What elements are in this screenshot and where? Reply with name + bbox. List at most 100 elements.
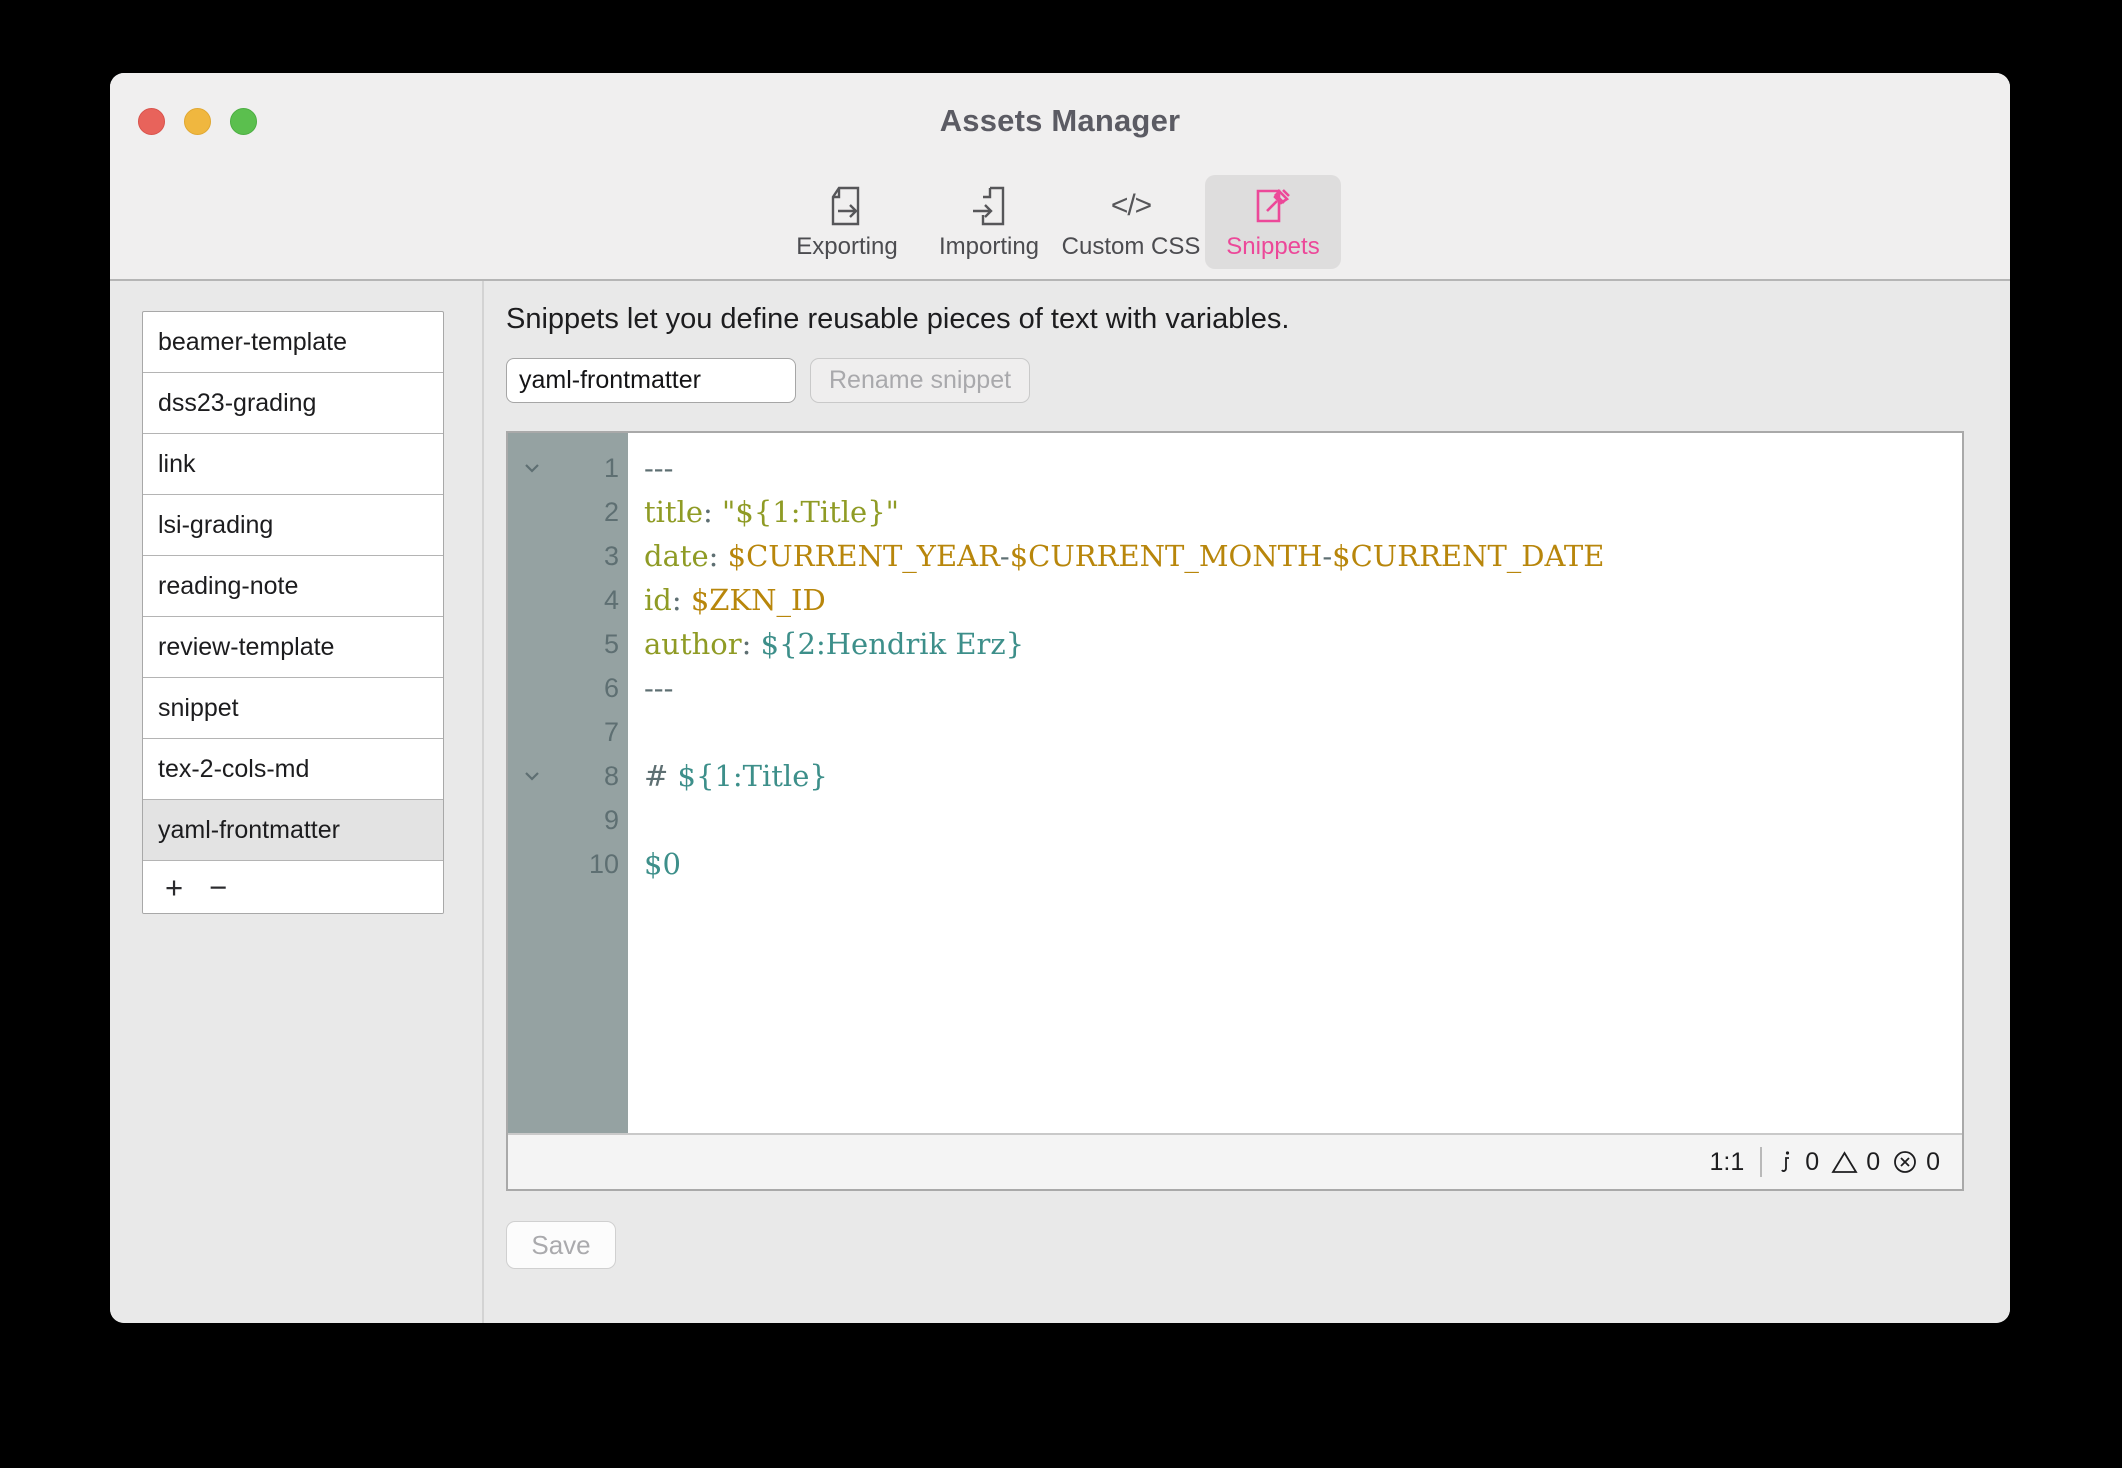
code-editor[interactable]: 12345678910 ---title: "${1:Title}"date: … [506, 431, 1964, 1191]
gutter-line: 7 [508, 710, 628, 754]
gutter-line: 10 [508, 842, 628, 886]
error-count: 0 [1926, 1148, 1940, 1177]
code-line[interactable]: --- [644, 666, 1962, 710]
snippet-list-item[interactable]: yaml-frontmatter [143, 800, 443, 861]
code-token: # [644, 759, 678, 793]
code-token: : [742, 627, 752, 661]
add-snippet-button[interactable]: + [157, 872, 191, 903]
code-editor-area: 12345678910 ---title: "${1:Title}"date: … [508, 433, 1962, 1133]
line-number: 6 [604, 666, 619, 710]
snippet-pin-document-icon [1253, 185, 1293, 227]
code-token: --- [644, 671, 673, 705]
status-divider [1760, 1147, 1762, 1177]
code-token: $ZKN_ID [691, 583, 826, 617]
tab-snippets[interactable]: Snippets [1205, 175, 1341, 269]
snippet-editor-panel: Snippets let you define reusable pieces … [484, 281, 2010, 1323]
code-token: : [672, 583, 682, 617]
line-number: 5 [604, 622, 619, 666]
tab-exporting-label: Exporting [796, 233, 897, 261]
export-document-icon [828, 185, 866, 227]
code-token: author [644, 627, 742, 661]
snippet-list-item[interactable]: link [143, 434, 443, 495]
snippet-list-footer: +− [143, 861, 443, 913]
code-token [713, 495, 722, 529]
cursor-position: 1:1 [1710, 1148, 1745, 1177]
assets-manager-window: Assets Manager Exporting [110, 73, 2010, 1323]
content-area: beamer-templatedss23-gradinglinklsi-grad… [110, 281, 2010, 1323]
title-bar: Assets Manager [110, 73, 2010, 173]
code-brackets-icon: </> [1111, 185, 1151, 227]
gutter-line: 5 [508, 622, 628, 666]
code-line[interactable]: title: "${1:Title}" [644, 490, 1962, 534]
warning-status: 0 [1831, 1148, 1880, 1177]
gutter-line: 9 [508, 798, 628, 842]
rename-snippet-button[interactable]: Rename snippet [810, 358, 1030, 403]
warning-count: 0 [1866, 1148, 1880, 1177]
code-line[interactable]: $0 [644, 842, 1962, 886]
tab-custom-css[interactable]: </> Custom CSS [1063, 175, 1199, 269]
code-token: --- [644, 451, 673, 485]
code-token: - [1322, 539, 1332, 573]
snippet-list-item[interactable]: review-template [143, 617, 443, 678]
line-number-gutter[interactable]: 12345678910 [508, 433, 628, 1133]
warning-triangle-icon [1831, 1150, 1858, 1175]
code-content[interactable]: ---title: "${1:Title}"date: $CURRENT_YEA… [628, 433, 1962, 1133]
code-token: "${1:Title}" [722, 495, 899, 529]
code-token [682, 583, 691, 617]
code-token [718, 539, 727, 573]
code-token: ${2:Hendrik Erz} [761, 627, 1025, 661]
import-document-icon [970, 185, 1008, 227]
gutter-line: 4 [508, 578, 628, 622]
code-token: $CURRENT_DATE [1332, 539, 1604, 573]
code-token: id [644, 583, 672, 617]
snippets-sidebar: beamer-templatedss23-gradinglinklsi-grad… [110, 281, 484, 1323]
code-line[interactable]: --- [644, 446, 1962, 490]
code-line[interactable]: date: $CURRENT_YEAR-$CURRENT_MONTH-$CURR… [644, 534, 1962, 578]
line-number: 7 [604, 710, 619, 754]
gutter-line: 2 [508, 490, 628, 534]
line-number: 4 [604, 578, 619, 622]
gutter-line: 3 [508, 534, 628, 578]
code-line[interactable] [644, 710, 1962, 754]
fold-chevron-down-icon[interactable] [521, 446, 543, 490]
code-line[interactable]: author: ${2:Hendrik Erz} [644, 622, 1962, 666]
intro-text: Snippets let you define reusable pieces … [506, 303, 1964, 336]
code-token [751, 627, 760, 661]
snippet-list-item[interactable]: dss23-grading [143, 373, 443, 434]
snippet-name-row: Rename snippet [506, 358, 1964, 403]
tab-exporting[interactable]: Exporting [779, 175, 915, 269]
tab-importing-label: Importing [939, 233, 1039, 261]
code-token: $0 [644, 847, 681, 881]
snippet-list-item[interactable]: tex-2-cols-md [143, 739, 443, 800]
save-row: Save [506, 1191, 1964, 1269]
toolbar: Exporting Importing </> Custom CSS [110, 173, 2010, 281]
code-token: $CURRENT_YEAR [728, 539, 1000, 573]
tab-custom-css-label: Custom CSS [1062, 233, 1201, 261]
snippet-list-item[interactable]: beamer-template [143, 312, 443, 373]
snippet-list-item[interactable]: snippet [143, 678, 443, 739]
info-icon [1778, 1149, 1797, 1176]
line-number: 1 [604, 446, 619, 490]
line-number: 10 [589, 842, 619, 886]
line-number: 2 [604, 490, 619, 534]
info-count: 0 [1805, 1148, 1819, 1177]
code-token: $CURRENT_MONTH [1010, 539, 1323, 573]
code-line[interactable]: id: $ZKN_ID [644, 578, 1962, 622]
save-button[interactable]: Save [506, 1221, 616, 1269]
code-line[interactable] [644, 798, 1962, 842]
gutter-line: 1 [508, 446, 628, 490]
fold-chevron-down-icon[interactable] [521, 754, 543, 798]
code-line[interactable]: # ${1:Title} [644, 754, 1962, 798]
remove-snippet-button[interactable]: − [201, 872, 235, 903]
snippet-list-item[interactable]: reading-note [143, 556, 443, 617]
code-token: title [644, 495, 703, 529]
tab-importing[interactable]: Importing [921, 175, 1057, 269]
error-circle-x-icon [1892, 1149, 1918, 1175]
editor-status-bar: 1:1 0 [508, 1133, 1962, 1189]
line-number: 9 [604, 798, 619, 842]
tab-snippets-label: Snippets [1226, 233, 1319, 261]
code-token: : [709, 539, 719, 573]
error-status: 0 [1892, 1148, 1940, 1177]
snippet-name-input[interactable] [506, 358, 796, 403]
snippet-list-item[interactable]: lsi-grading [143, 495, 443, 556]
